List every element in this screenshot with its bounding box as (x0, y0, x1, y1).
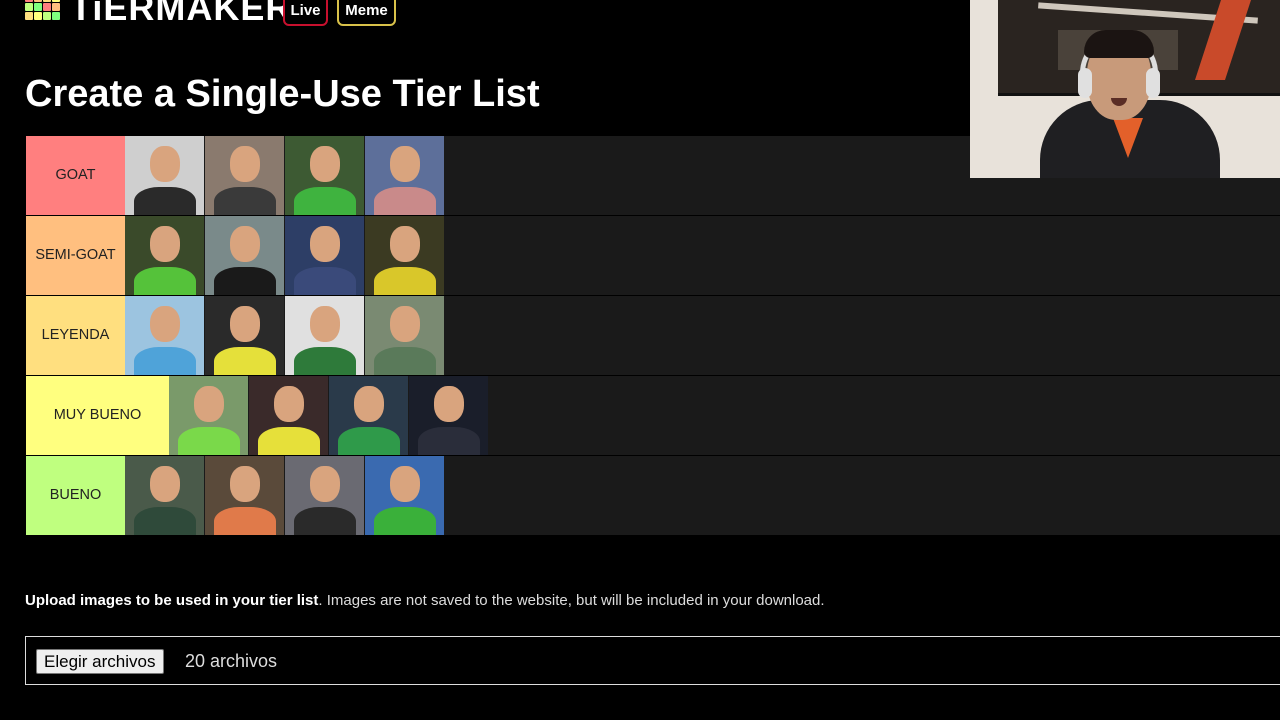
goalkeeper-photo[interactable] (285, 136, 364, 215)
file-input[interactable]: Elegir archivos 20 archivos (25, 636, 1280, 685)
upload-instructions-rest: . Images are not saved to the website, b… (318, 592, 825, 609)
headphone-right-cup (1146, 68, 1160, 98)
page-title: Create a Single-Use Tier List (25, 73, 540, 115)
goalkeeper-photo[interactable] (205, 296, 284, 375)
tier-items[interactable] (125, 216, 1280, 295)
nav-live-button[interactable]: Live (283, 0, 328, 26)
goalkeeper-photo[interactable] (169, 376, 248, 455)
tier-row[interactable]: MUY BUENO (26, 376, 1280, 456)
goalkeeper-photo[interactable] (205, 136, 284, 215)
tier-row[interactable]: LEYENDA (26, 296, 1280, 376)
tier-row[interactable]: BUENO (26, 456, 1280, 536)
goalkeeper-photo[interactable] (125, 456, 204, 535)
upload-instructions: Upload images to be used in your tier li… (25, 592, 825, 610)
webcam-overlay (970, 0, 1280, 178)
headphone-left-cup (1078, 68, 1092, 98)
goalkeeper-photo[interactable] (285, 216, 364, 295)
goalkeeper-photo[interactable] (125, 296, 204, 375)
tier-label[interactable]: GOAT (26, 136, 125, 215)
tier-items[interactable] (125, 296, 1280, 375)
tiermaker-logo[interactable]: TiERMAKER (25, 0, 292, 32)
logo-grid-icon (25, 0, 60, 20)
goalkeeper-photo[interactable] (249, 376, 328, 455)
tier-items[interactable] (125, 456, 1280, 535)
goalkeeper-photo[interactable] (409, 376, 488, 455)
tier-row[interactable]: SEMI-GOAT (26, 216, 1280, 296)
goalkeeper-photo[interactable] (125, 216, 204, 295)
tier-list: GOAT SEMI-GOAT LEYENDA MUY BUENO BUENO (26, 136, 1280, 536)
upload-instructions-bold: Upload images to be used in your tier li… (25, 592, 319, 609)
goalkeeper-photo[interactable] (285, 456, 364, 535)
goalkeeper-photo[interactable] (205, 456, 284, 535)
goalkeeper-photo[interactable] (285, 296, 364, 375)
logo-text: TiERMAKER (70, 0, 293, 28)
tier-label[interactable]: BUENO (26, 456, 125, 535)
choose-files-button[interactable]: Elegir archivos (36, 649, 164, 674)
goalkeeper-photo[interactable] (125, 136, 204, 215)
goalkeeper-photo[interactable] (365, 296, 444, 375)
tier-items[interactable] (169, 376, 1280, 455)
goalkeeper-photo[interactable] (329, 376, 408, 455)
nav-meme-button[interactable]: Meme (337, 0, 396, 26)
streamer-hair (1084, 30, 1154, 58)
tier-label[interactable]: MUY BUENO (26, 376, 169, 455)
tier-label[interactable]: SEMI-GOAT (26, 216, 125, 295)
goalkeeper-photo[interactable] (365, 216, 444, 295)
goalkeeper-photo[interactable] (365, 456, 444, 535)
tier-label[interactable]: LEYENDA (26, 296, 125, 375)
goalkeeper-photo[interactable] (365, 136, 444, 215)
file-count-status: 20 archivos (185, 651, 278, 671)
goalkeeper-photo[interactable] (205, 216, 284, 295)
